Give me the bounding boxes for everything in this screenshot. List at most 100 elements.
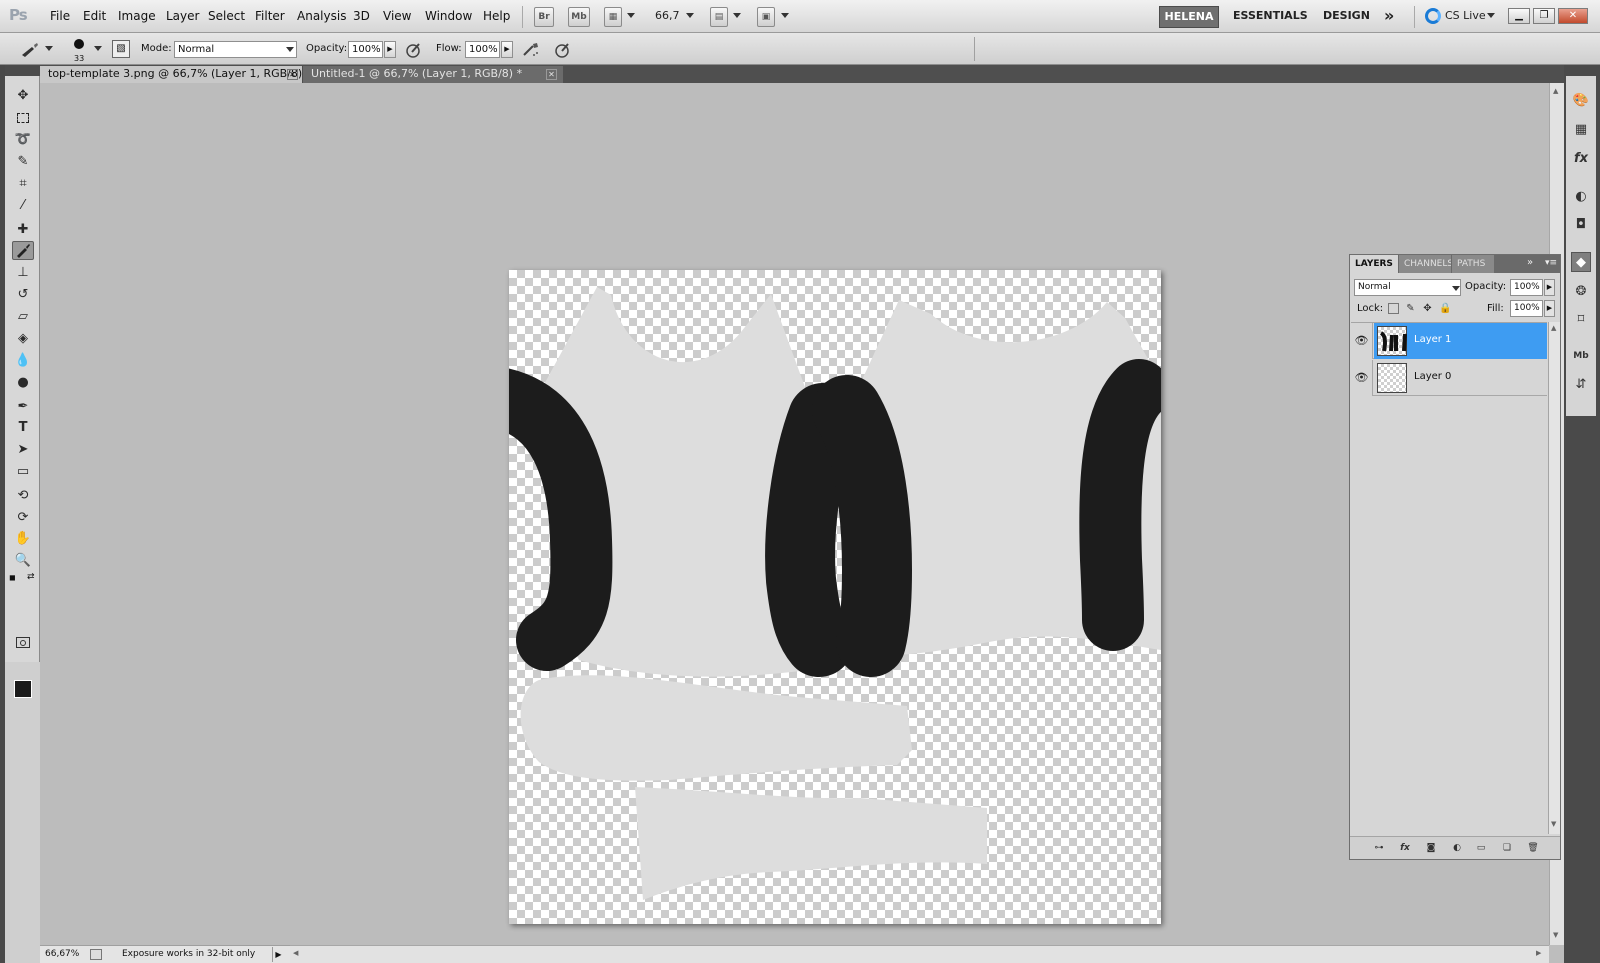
eye-visibility-icon[interactable]: 👁 [1351, 323, 1373, 359]
horizontal-scrollbar[interactable]: ◀ ▶ [290, 945, 1549, 963]
brush-preset-icon[interactable] [18, 40, 38, 60]
eraser-tool-icon[interactable]: ▱ [12, 307, 34, 326]
quick-mask-icon[interactable] [12, 633, 34, 652]
chevron-down-icon[interactable] [686, 13, 694, 18]
path-selection-tool-icon[interactable]: ➤ [12, 440, 34, 459]
mode-select[interactable]: Normal [174, 41, 297, 58]
pen-tool-icon[interactable]: ✒ [12, 397, 34, 416]
styles-fx-icon[interactable]: fx [1571, 148, 1591, 168]
minibridge-button[interactable]: Mb [568, 7, 590, 27]
brush-tool-icon[interactable] [12, 241, 34, 260]
chevron-down-icon[interactable] [781, 13, 789, 18]
opacity-input[interactable]: 100% [348, 41, 383, 58]
menu-select[interactable]: Select [208, 9, 245, 23]
menu-view[interactable]: View [383, 9, 411, 23]
lock-all-icon[interactable]: 🔒 [1439, 303, 1451, 314]
layers-scrollbar[interactable]: ▲ ▼ [1548, 322, 1560, 834]
masks-icon[interactable]: ◘ [1571, 214, 1591, 234]
chevron-down-icon[interactable] [94, 46, 102, 51]
document-tab-untitled[interactable]: Untitled-1 @ 66,7% (Layer 1, RGB/8) * ✕ [303, 66, 563, 83]
3d-rotate-tool-icon[interactable]: ⟲ [12, 486, 34, 505]
status-menu-arrow-icon[interactable]: ▶ [272, 947, 284, 962]
bridge-button[interactable]: Br [534, 7, 554, 27]
channels-icon[interactable]: ❂ [1571, 281, 1591, 301]
close-tab-icon[interactable]: ✕ [287, 69, 298, 80]
status-info-icon[interactable] [90, 949, 102, 960]
clone-stamp-tool-icon[interactable]: ⊥ [12, 263, 34, 282]
paint-bucket-tool-icon[interactable]: ◈ [12, 329, 34, 348]
default-colors-icon[interactable]: ◼ [9, 573, 16, 582]
menu-window[interactable]: Window [425, 9, 472, 23]
scroll-up-icon[interactable]: ▲ [1553, 87, 1558, 95]
menu-filter[interactable]: Filter [255, 9, 285, 23]
adjustment-layer-icon[interactable]: ◐ [1450, 842, 1464, 854]
3d-orbit-tool-icon[interactable]: ⟳ [12, 508, 34, 527]
close-button[interactable]: ✕ [1558, 8, 1588, 24]
flow-slider-button[interactable]: ▶ [501, 41, 513, 58]
restore-button[interactable]: ❐ [1533, 8, 1555, 24]
new-layer-icon[interactable]: ❏ [1500, 842, 1514, 854]
tools-panel-header[interactable] [5, 65, 40, 76]
scroll-down-icon[interactable]: ▼ [1551, 820, 1556, 828]
chevron-down-icon[interactable] [627, 13, 635, 18]
pressure-size-icon[interactable] [553, 40, 573, 60]
history-brush-tool-icon[interactable]: ↺ [12, 285, 34, 304]
eye-visibility-icon[interactable]: 👁 [1351, 360, 1373, 396]
lock-transparent-pixels-icon[interactable] [1388, 303, 1399, 314]
layer-row-layer-0[interactable]: 👁 Layer 0 [1351, 360, 1547, 396]
tab-layers[interactable]: LAYERS [1350, 255, 1398, 273]
collapse-panel-icon[interactable]: » [1527, 257, 1533, 268]
layers-panel-icon[interactable]: ◆ [1571, 252, 1591, 272]
healing-brush-tool-icon[interactable]: ✚ [12, 220, 34, 239]
more-workspaces-icon[interactable]: » [1384, 6, 1394, 25]
workspace-essentials[interactable]: ESSENTIALS [1233, 9, 1308, 22]
view-extras-button[interactable]: ▦ [604, 7, 622, 27]
flow-input[interactable]: 100% [465, 41, 500, 58]
blur-tool-icon[interactable]: 💧 [12, 351, 34, 370]
arrange-documents-button[interactable]: ▤ [710, 7, 728, 27]
menu-3d[interactable]: 3D [353, 9, 370, 23]
type-tool-icon[interactable]: T [12, 418, 34, 437]
layer-row-body[interactable]: Layer 0 [1374, 360, 1547, 396]
menu-help[interactable]: Help [483, 9, 510, 23]
opacity-slider-button[interactable]: ▶ [384, 41, 396, 58]
layer-row-layer-1[interactable]: 👁 Layer 1 [1351, 323, 1547, 359]
status-zoom-field[interactable]: 66,67% [45, 949, 79, 959]
pressure-opacity-icon[interactable] [404, 40, 424, 60]
chevron-down-icon[interactable] [1487, 13, 1495, 18]
brush-panel-toggle-icon[interactable]: ▧ [112, 40, 130, 58]
lasso-tool-icon[interactable]: ➰ [12, 130, 34, 149]
dodge-tool-icon[interactable]: ● [12, 373, 34, 392]
move-tool-icon[interactable]: ✥ [12, 86, 34, 105]
workspace-design[interactable]: DESIGN [1323, 9, 1370, 22]
airbrush-icon[interactable] [521, 40, 541, 60]
close-tab-icon[interactable]: ✕ [546, 69, 557, 80]
paths-icon[interactable]: ⌑ [1571, 309, 1591, 329]
layer-row-body[interactable]: Layer 1 [1374, 323, 1547, 359]
minimize-button[interactable]: ▁ [1508, 8, 1530, 24]
foreground-color-swatch[interactable] [14, 680, 32, 698]
layer-opacity-slider-button[interactable]: ▶ [1544, 279, 1555, 296]
tab-paths[interactable]: PATHS [1452, 255, 1494, 273]
layer-opacity-input[interactable]: 100% [1510, 279, 1543, 296]
tab-channels[interactable]: CHANNELS [1399, 255, 1451, 273]
color-palette-icon[interactable]: 🎨 [1571, 90, 1591, 110]
fill-slider-button[interactable]: ▶ [1544, 300, 1555, 317]
chevron-down-icon[interactable] [286, 47, 294, 52]
scroll-up-icon[interactable]: ▲ [1551, 324, 1556, 332]
zoom-tool-icon[interactable]: 🔍 [12, 551, 34, 570]
panel-menu-icon[interactable]: ▾≡ [1545, 258, 1557, 268]
marquee-tool-icon[interactable] [12, 108, 34, 127]
lock-position-icon[interactable]: ✥ [1422, 303, 1433, 314]
chevron-down-icon[interactable] [733, 13, 741, 18]
zoom-level-field[interactable]: 66,7 [655, 9, 680, 22]
menu-layer[interactable]: Layer [166, 9, 199, 23]
menu-edit[interactable]: Edit [83, 9, 106, 23]
eyedropper-tool-icon[interactable]: ⁄ [12, 196, 34, 215]
scroll-left-icon[interactable]: ◀ [293, 949, 298, 957]
scroll-down-icon[interactable]: ▼ [1553, 931, 1558, 939]
scroll-right-icon[interactable]: ▶ [1536, 949, 1541, 957]
swap-colors-icon[interactable]: ⇄ [27, 572, 35, 582]
chevron-down-icon[interactable] [1452, 286, 1460, 291]
fill-input[interactable]: 100% [1510, 300, 1543, 317]
